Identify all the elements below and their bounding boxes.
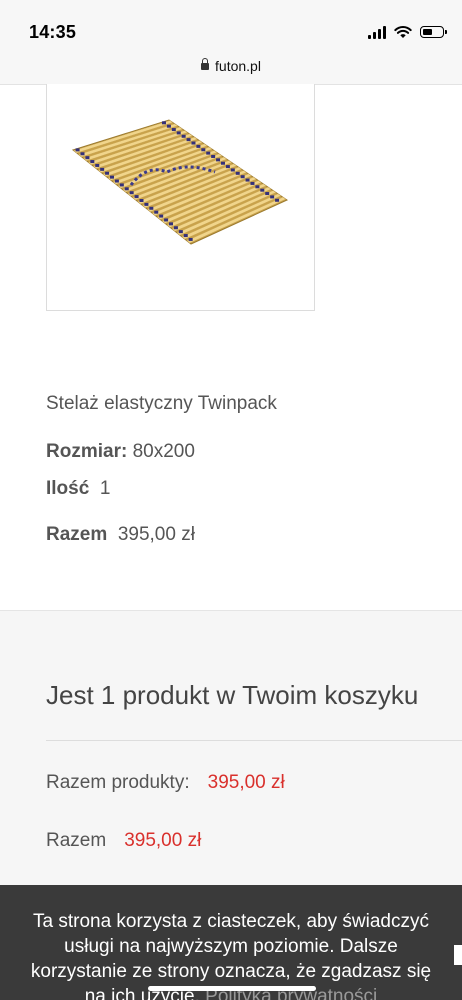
browser-address-bar[interactable]: futon.pl [0, 56, 462, 85]
cart-title: Jest 1 produkt w Twoim koszyku [46, 680, 419, 710]
home-indicator [148, 986, 316, 991]
cookie-line-2: usługi na najwyższym poziomie. Dalsze [64, 936, 398, 957]
cart-products-total-row: Razem produkty: 395,00 zł [46, 772, 285, 794]
cart-total-label: Razem [46, 830, 107, 851]
slatted-bed-base-image [71, 119, 289, 245]
cart-divider [46, 740, 462, 741]
product-total-value: 395,00 zł [117, 524, 195, 545]
product-size-row: Rozmiar: 80x200 [46, 441, 195, 463]
product-image-frame[interactable] [46, 84, 315, 311]
cookie-line-3: korzystanie ze strony oznacza, że zgadza… [30, 961, 432, 982]
size-value: 80x200 [132, 441, 195, 462]
cart-products-value: 395,00 zł [207, 772, 285, 793]
signal-icon [368, 25, 386, 39]
cart-grand-total-row: Razem 395,00 zł [46, 830, 201, 852]
cart-total-value: 395,00 zł [124, 830, 202, 851]
status-icons [368, 24, 447, 40]
url-display[interactable]: futon.pl [0, 58, 462, 74]
size-label: Rozmiar: [46, 441, 128, 462]
status-bar: 14:35 [0, 0, 462, 56]
cookie-banner[interactable]: Ta strona korzysta z ciasteczek, aby świ… [0, 885, 462, 1000]
product-total-label: Razem [46, 524, 108, 545]
lock-icon [201, 58, 210, 70]
cookie-line-1: Ta strona korzysta z ciasteczek, aby świ… [33, 911, 429, 932]
qty-value: 1 [99, 478, 111, 499]
product-qty-row: Ilość 1 [46, 478, 110, 500]
status-time: 14:35 [29, 22, 77, 42]
wifi-icon [394, 26, 412, 38]
url-text: futon.pl [215, 58, 261, 74]
cookie-close-button[interactable] [454, 945, 462, 965]
cart-products-label: Razem produkty: [46, 772, 190, 793]
battery-icon [420, 26, 447, 38]
product-total-row: Razem 395,00 zł [46, 524, 195, 546]
qty-label: Ilość [46, 478, 90, 499]
product-name[interactable]: Stelaż elastyczny Twinpack [46, 393, 277, 415]
